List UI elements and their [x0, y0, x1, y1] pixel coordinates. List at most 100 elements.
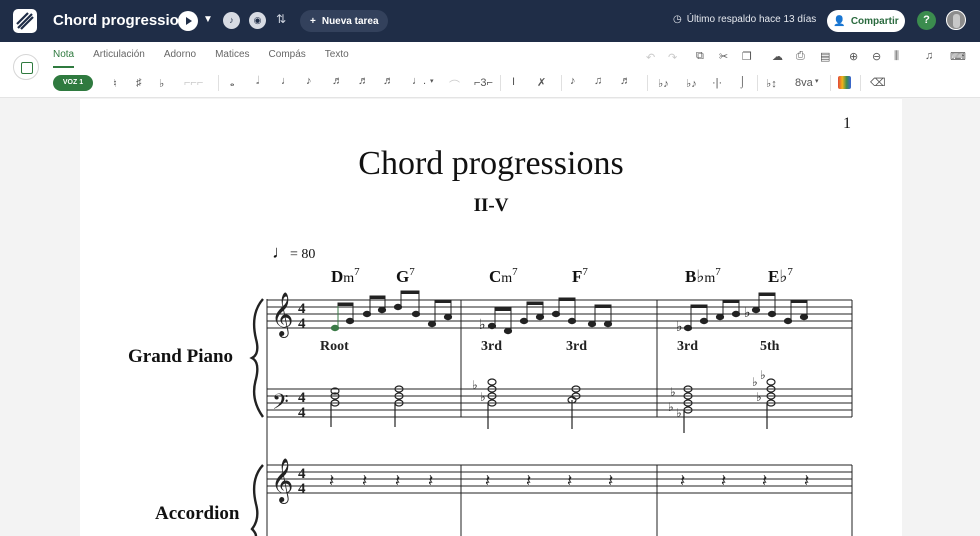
- toolbar-divider: [647, 75, 648, 91]
- toolbar-divider: [860, 75, 861, 91]
- keyboard-icon[interactable]: ⌨: [950, 50, 966, 63]
- svg-text:𝄽: 𝄽: [680, 471, 685, 491]
- score-notation[interactable]: 𝄞 𝄢 𝄞 44 44 44 ♭ ♭ ♭ ♭ ♭ ♭ ♭ ♭ ♭ ♭ ♭ 𝄽 𝄽…: [80, 99, 902, 536]
- toolbar-divider: [500, 75, 501, 91]
- redo-icon[interactable]: ↷: [668, 51, 677, 64]
- thirty-second-note-icon[interactable]: ♬: [358, 75, 369, 87]
- cloud-icon[interactable]: ☁: [772, 50, 783, 63]
- clock-icon: ◷: [673, 14, 682, 25]
- tab-articulacion[interactable]: Articulación: [93, 49, 145, 68]
- notation-toolbar: Nota Articulación Adorno Matices Compás …: [0, 42, 980, 98]
- toolbar-divider: [561, 75, 562, 91]
- score-canvas[interactable]: 1 Chord progressions II-V ♩= 80 Dm7 G7 C…: [0, 99, 980, 536]
- backspace-icon[interactable]: ⌫: [870, 76, 886, 89]
- avatar[interactable]: [946, 10, 966, 30]
- svg-text:𝄽: 𝄽: [721, 471, 726, 491]
- svg-text:♭: ♭: [752, 375, 758, 389]
- sharp-icon[interactable]: ♯: [136, 77, 142, 89]
- half-note-icon[interactable]: 𝅗𝅥: [256, 75, 260, 88]
- toolbar-divider: [830, 75, 831, 91]
- slash-icon[interactable]: ·|·: [712, 77, 722, 89]
- tab-texto[interactable]: Texto: [325, 49, 349, 68]
- svg-text:♭: ♭: [480, 390, 486, 404]
- stem-icon[interactable]: ⌡: [739, 76, 746, 88]
- undo-icon[interactable]: ↶: [646, 51, 655, 64]
- transpose-icon[interactable]: ♭↕: [766, 77, 777, 90]
- color-icon[interactable]: [838, 76, 851, 89]
- tuplet-icon[interactable]: ⌐⌐⌐: [184, 77, 203, 89]
- toolbar-divider: [757, 75, 758, 91]
- grace-note-icon[interactable]: ♪: [570, 75, 576, 87]
- flat-note-alt-icon[interactable]: ♭♪: [686, 77, 697, 90]
- paste-icon[interactable]: ❐: [742, 50, 752, 63]
- piano-keyboard-button[interactable]: [13, 54, 39, 80]
- svg-text:♭: ♭: [676, 406, 682, 420]
- svg-text:𝄽: 𝄽: [395, 471, 400, 491]
- print-icon[interactable]: ⎙: [796, 50, 805, 63]
- add-user-icon: 👤: [833, 15, 846, 27]
- toolbar-tabs: Nota Articulación Adorno Matices Compás …: [53, 49, 368, 68]
- document-title[interactable]: Chord progressions: [53, 12, 196, 29]
- voice-selector[interactable]: VOZ 1: [53, 75, 93, 91]
- tab-matices[interactable]: Matices: [215, 49, 249, 68]
- beam-group-icon[interactable]: ♬: [620, 75, 631, 87]
- octave-dropdown-icon[interactable]: ▾: [815, 77, 819, 85]
- flat-note-icon[interactable]: ♭♪: [658, 77, 669, 90]
- tab-adorno[interactable]: Adorno: [164, 49, 196, 68]
- delete-note-icon[interactable]: ✗: [537, 76, 546, 89]
- svg-text:♭: ♭: [756, 390, 762, 404]
- instrument-icon[interactable]: ♫: [925, 50, 933, 62]
- metronome-icon[interactable]: ♪: [223, 12, 240, 29]
- speaker-icon[interactable]: ◉: [249, 12, 266, 29]
- sixty-fourth-note-icon[interactable]: ♬: [383, 75, 394, 87]
- app-logo-icon[interactable]: [13, 9, 37, 33]
- svg-text:𝄽: 𝄽: [804, 471, 809, 491]
- flat-icon[interactable]: ♭: [159, 77, 164, 90]
- dot-dropdown-icon[interactable]: ▾: [430, 77, 434, 85]
- svg-text:𝄽: 𝄽: [762, 471, 767, 491]
- quarter-note-icon[interactable]: ♩: [281, 75, 292, 87]
- natural-icon[interactable]: ♮: [113, 77, 117, 90]
- help-button[interactable]: ?: [917, 11, 936, 30]
- beam-icon[interactable]: ♫: [594, 75, 602, 87]
- share-button[interactable]: 👤 Compartir: [827, 10, 905, 32]
- svg-text:4: 4: [298, 405, 306, 421]
- zoom-in-icon[interactable]: ⊕: [849, 50, 858, 63]
- cursor-icon[interactable]: I: [512, 76, 515, 88]
- copy-icon[interactable]: ⧉: [696, 50, 704, 63]
- swap-icon[interactable]: ⇅: [276, 12, 286, 26]
- tab-nota[interactable]: Nota: [53, 49, 75, 68]
- svg-text:♭: ♭: [744, 305, 751, 321]
- eighth-note-icon[interactable]: ♪: [306, 75, 312, 87]
- play-button[interactable]: [178, 11, 198, 31]
- whole-note-icon[interactable]: 𝅝: [230, 77, 234, 90]
- page-view-icon[interactable]: ⫼: [894, 50, 899, 63]
- sixteenth-note-icon[interactable]: ♬: [332, 75, 343, 87]
- layout-icon[interactable]: ▤: [820, 50, 830, 63]
- backup-status[interactable]: ◷ Último respaldo hace 13 días: [673, 14, 816, 25]
- dotted-note-icon[interactable]: ♩.: [412, 75, 426, 87]
- svg-text:𝄽: 𝄽: [608, 471, 613, 491]
- svg-text:♭: ♭: [472, 378, 478, 392]
- new-task-button[interactable]: + Nueva tarea: [300, 10, 388, 32]
- svg-text:𝄢: 𝄢: [272, 390, 289, 420]
- cut-icon[interactable]: ✂: [719, 50, 728, 63]
- svg-text:𝄽: 𝄽: [567, 471, 572, 491]
- svg-text:4: 4: [298, 390, 306, 406]
- svg-text:𝄽: 𝄽: [428, 471, 433, 491]
- toolbar-divider: [218, 75, 219, 91]
- tie-icon[interactable]: ⌒: [449, 77, 460, 93]
- score-page[interactable]: 1 Chord progressions II-V ♩= 80 Dm7 G7 C…: [80, 99, 902, 536]
- svg-text:♭: ♭: [479, 317, 486, 333]
- svg-text:♭: ♭: [668, 400, 674, 414]
- chevron-down-icon[interactable]: ▼: [203, 14, 213, 25]
- share-label: Compartir: [850, 15, 899, 27]
- triplet-icon[interactable]: ⌐3⌐: [474, 77, 493, 89]
- tab-compas[interactable]: Compás: [269, 49, 306, 68]
- octave-icon[interactable]: 8va: [795, 77, 813, 89]
- svg-text:𝄽: 𝄽: [485, 471, 490, 491]
- zoom-out-icon[interactable]: ⊖: [872, 50, 881, 63]
- svg-text:𝄽: 𝄽: [362, 471, 367, 491]
- svg-text:𝄽: 𝄽: [329, 471, 334, 491]
- new-task-label: Nueva tarea: [321, 15, 379, 27]
